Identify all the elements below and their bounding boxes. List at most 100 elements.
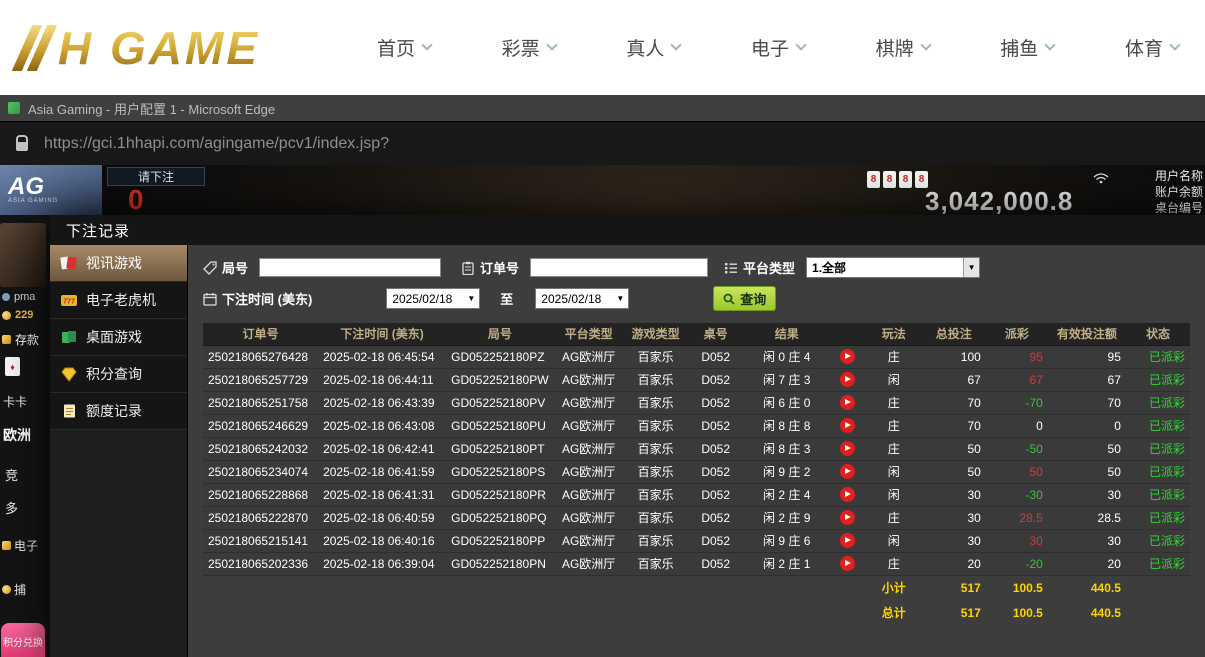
cell-status: 已派彩 [1126, 460, 1190, 483]
nav-item-electronic[interactable]: 电子 [751, 34, 805, 61]
playing-card-icon: ♦ [5, 357, 20, 376]
cell-valid-bet: 28.5 [1048, 506, 1126, 529]
game-stage: AG ASIA GAMING 请下注 0 8 8 8 8 3,042,000.8… [0, 165, 1205, 657]
replay-button[interactable] [840, 441, 855, 456]
replay-button[interactable] [840, 556, 855, 571]
tag-icon [203, 261, 217, 275]
diamond-icon [60, 366, 78, 382]
platform-selected-value: 1.全部 [807, 259, 963, 276]
table-games-icon [60, 329, 78, 345]
cell-platform: AG欧洲厅 [554, 460, 624, 483]
date-to-value: 2025/02/18 [536, 292, 612, 306]
cell-replay [830, 460, 866, 483]
cell-status: 已派彩 [1126, 368, 1190, 391]
replay-button[interactable] [840, 395, 855, 410]
nav-item-live[interactable]: 真人 [626, 34, 680, 61]
cell-valid-bet: 67 [1048, 368, 1126, 391]
cell-game-type: 百家乐 [624, 391, 688, 414]
replay-button[interactable] [840, 372, 855, 387]
cell-status: 已派彩 [1126, 506, 1190, 529]
table-row: 2502180652340742025-02-18 06:41:59GD0522… [203, 460, 1190, 483]
total-label: 总计 [866, 600, 922, 625]
column-header: 派彩 [986, 323, 1048, 345]
cell-platform: AG欧洲厅 [554, 414, 624, 437]
cell-game-type: 百家乐 [624, 506, 688, 529]
window-titlebar[interactable]: Asia Gaming - 用户配置 1 - Microsoft Edge [0, 95, 1205, 121]
deposit-icon [2, 335, 11, 344]
cell-play-side: 庄 [866, 552, 922, 575]
sidebar-item-slot-machines[interactable]: 777 电子老虎机 [50, 282, 187, 319]
sidebar-item-label: 电子老虎机 [86, 290, 156, 310]
cell-bet-time: 2025-02-18 06:42:41 [318, 437, 446, 460]
cell-round-no: GD052252180PQ [446, 506, 553, 529]
cell-table-no: D052 [688, 483, 744, 506]
chevron-down-icon [421, 39, 432, 50]
cell-platform: AG欧洲厅 [554, 437, 624, 460]
replay-button[interactable] [840, 464, 855, 479]
nav-item-fishing[interactable]: 捕鱼 [1000, 34, 1054, 61]
deposit-button[interactable]: 存款 [2, 331, 39, 348]
cell-table-no: D052 [688, 529, 744, 552]
nav-item-home[interactable]: 首页 [377, 34, 431, 61]
cell-replay [830, 506, 866, 529]
cell-valid-bet: 0 [1048, 414, 1126, 437]
replay-button[interactable] [840, 533, 855, 548]
subtotal-total-bet: 517 [922, 575, 986, 600]
cell-replay [830, 483, 866, 506]
promo-badge[interactable]: 积分兑换 [1, 623, 45, 657]
sidebar-item-table-games[interactable]: 桌面游戏 [50, 319, 187, 356]
coins-icon [2, 585, 11, 594]
bet-prompt: 请下注 [107, 167, 205, 186]
sidebar-fragment: 电子 [2, 537, 38, 554]
nav-item-lottery[interactable]: 彩票 [502, 34, 556, 61]
date-to-select[interactable]: 2025/02/18 ▼ [535, 288, 629, 309]
cell-result: 闲 2 庄 9 [744, 506, 830, 529]
cell-bet-time: 2025-02-18 06:43:39 [318, 391, 446, 414]
cell-play-side: 闲 [866, 483, 922, 506]
nav-label: 捕鱼 [1000, 34, 1038, 61]
nav-label: 体育 [1125, 34, 1163, 61]
column-header: 总投注 [922, 323, 986, 345]
cell-result: 闲 0 庄 4 [744, 345, 830, 368]
cell-platform: AG欧洲厅 [554, 368, 624, 391]
column-header: 玩法 [866, 323, 922, 345]
nav-item-sports[interactable]: 体育 [1125, 34, 1179, 61]
order-label: 订单号 [480, 258, 519, 277]
search-button[interactable]: 查询 [713, 286, 776, 311]
window-title: Asia Gaming - 用户配置 1 - Microsoft Edge [28, 99, 275, 118]
platform-select[interactable]: 1.全部 ▼ [806, 257, 980, 278]
order-input[interactable] [530, 258, 708, 277]
cell-game-type: 百家乐 [624, 460, 688, 483]
cell-valid-bet: 50 [1048, 460, 1126, 483]
table-row: 2502180652577292025-02-18 06:44:11GD0522… [203, 368, 1190, 391]
sidebar-item-video-games[interactable]: 视讯游戏 [50, 245, 187, 282]
cell-order-no: 250218065242032 [203, 437, 318, 460]
date-from-select[interactable]: 2025/02/18 ▼ [386, 288, 480, 309]
cell-result: 闲 9 庄 6 [744, 529, 830, 552]
cell-table-no: D052 [688, 368, 744, 391]
coin-balance-row: 229 [2, 309, 33, 321]
subtotal-payout: 100.5 [986, 575, 1048, 600]
empty-cell [624, 575, 688, 600]
sidebar-item-quota-records[interactable]: 额度记录 [50, 393, 187, 430]
replay-button[interactable] [840, 487, 855, 502]
cell-total-bet: 50 [922, 437, 986, 460]
cell-replay [830, 414, 866, 437]
round-filter: 局号 [203, 258, 441, 277]
empty-cell [1126, 600, 1190, 625]
replay-button[interactable] [840, 510, 855, 525]
column-header-empty [830, 323, 866, 345]
replay-button[interactable] [840, 418, 855, 433]
cell-order-no: 250218065257729 [203, 368, 318, 391]
sidebar-item-points-query[interactable]: 积分查询 [50, 356, 187, 393]
list-icon [724, 261, 738, 275]
bet-records-modal: 下注记录 视讯游戏 777 电子老虎机 桌面游戏 积分查询 [50, 215, 1205, 657]
url-bar[interactable]: https://gci.1hhapi.com/agingame/pcv1/ind… [0, 121, 1205, 165]
nav-item-chess[interactable]: 棋牌 [876, 34, 930, 61]
total-valid-bet: 440.5 [1048, 600, 1126, 625]
cell-replay [830, 345, 866, 368]
round-input[interactable] [259, 258, 441, 277]
cell-table-no: D052 [688, 552, 744, 575]
replay-button[interactable] [840, 349, 855, 364]
cell-payout: 67 [986, 368, 1048, 391]
